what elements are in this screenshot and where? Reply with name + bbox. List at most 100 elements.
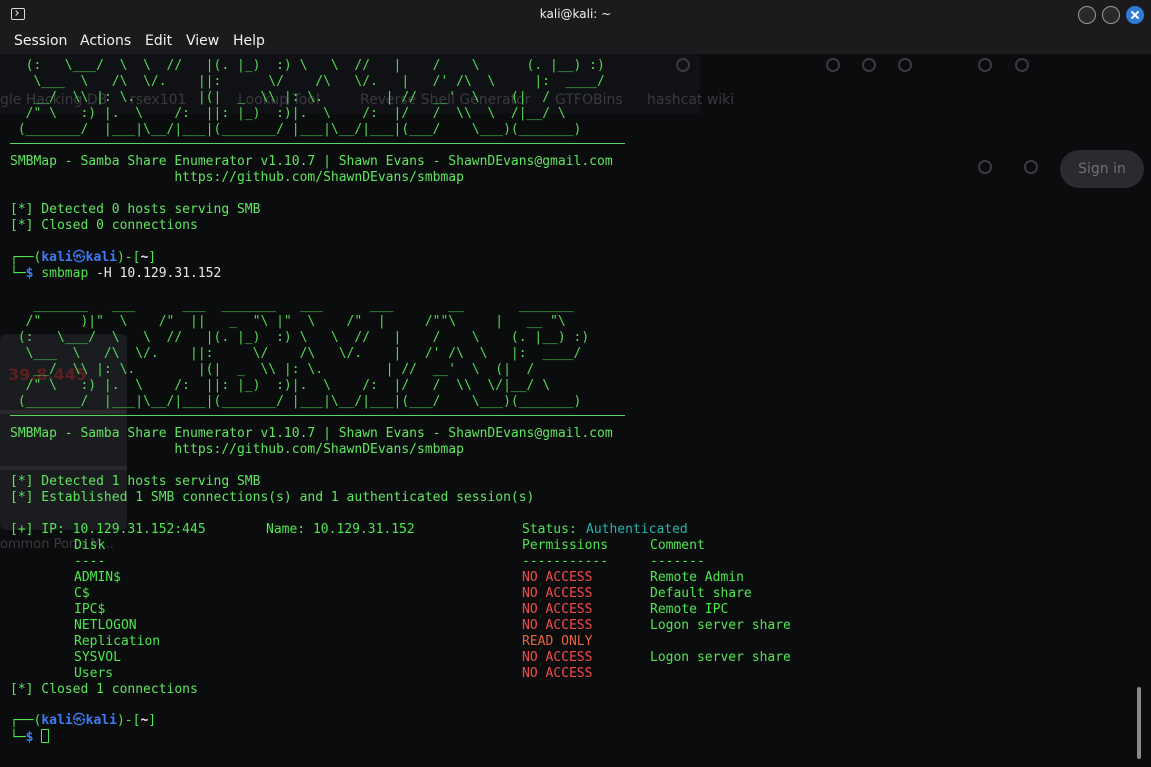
status-label: Status: [522, 522, 577, 537]
smbmap-header-line: SMBMap - Samba Share Enumerator v1.10.7 … [10, 426, 613, 441]
output-line: [*] Closed 1 connections [10, 682, 198, 697]
prompt-close: ] [148, 713, 157, 728]
ghost-sign-in-button: Sign in [1060, 150, 1144, 188]
banner-rule [10, 415, 625, 416]
menu-bar: Session Actions Edit View Help [0, 30, 1151, 54]
share-disk: C$ [74, 586, 90, 601]
disk-header-rule: ---- [74, 554, 106, 569]
banner-art-line: /" \ :) |. \ /: ||: |_) :)|. \ /: |/ / \… [10, 378, 551, 393]
permissions-header: Permissions [522, 538, 609, 553]
prompt-dollar: $ [25, 730, 34, 745]
menu-session[interactable]: Session [14, 33, 67, 49]
share-permission: NO ACCESS [522, 618, 593, 633]
share-permission: NO ACCESS [522, 666, 593, 681]
smbmap-header-line: SMBMap - Samba Share Enumerator v1.10.7 … [10, 154, 613, 169]
share-permission: NO ACCESS [522, 586, 593, 601]
share-disk: Replication [74, 634, 161, 649]
share-disk: SYSVOL [74, 650, 121, 665]
share-permission: NO ACCESS [522, 650, 593, 665]
output-line: [*] Detected 0 hosts serving SMB [10, 202, 261, 217]
banner-art-line: /" \ :) |. \ /: ||: |_) :)|. \ /: |/ / \… [10, 106, 566, 121]
comment-header: Comment [650, 538, 705, 553]
host-name: Name: 10.129.31.152 [266, 522, 415, 537]
banner-rule [10, 143, 625, 144]
share-comment: Logon server share [650, 650, 791, 665]
scrollbar-thumb[interactable] [1137, 687, 1141, 759]
share-comment: Logon server share [650, 618, 791, 633]
banner-art-line: (: \___/ \ \ // |(. |_) :) \ \ // | / \ … [10, 330, 590, 345]
share-comment: Remote IPC [650, 602, 729, 617]
status-value: Authenticated [586, 522, 688, 537]
ghost-card-divider [0, 410, 127, 414]
prompt-corner: └─ [10, 266, 26, 281]
share-disk: IPC$ [74, 602, 106, 617]
banner-art-line: __/ \\ |: \. |(| _ \\ |: \. | // __' \ (… [10, 90, 551, 105]
ghost-puzzle-icon [898, 58, 912, 72]
menu-view[interactable]: View [186, 33, 219, 49]
ghost-apps-icon [1024, 160, 1038, 174]
input-line[interactable]: └─$ [10, 729, 50, 745]
banner-art-line: (_______/ |___|\__/|___|(_______/ |___|\… [10, 122, 582, 137]
prompt-close: ] [148, 250, 157, 265]
prompt-line: ┌──(kali㉿kali)-[~] [10, 713, 156, 729]
share-permission: NO ACCESS [522, 602, 593, 617]
prompt-host: kali [85, 250, 117, 265]
permissions-header-rule: ----------- [522, 554, 609, 569]
menu-actions[interactable]: Actions [80, 33, 131, 49]
share-permission: READ ONLY [522, 634, 593, 649]
prompt-at: ㉿ [72, 713, 86, 728]
prompt-dollar: $ [25, 266, 34, 281]
prompt-host: kali [85, 713, 117, 728]
window-title: kali@kali: ~ [539, 7, 612, 21]
banner-art-line: /" )|" \ /" || _ "\ |" \ /" | /""\ | __ … [10, 314, 566, 329]
ghost-extension-icon [676, 58, 690, 72]
ghost-settings-icon [978, 160, 992, 174]
ghost-bookmark: hashcat wiki [647, 92, 735, 108]
command-name: smbmap [41, 266, 89, 281]
banner-art-line: \___ \ /\ \/. ||: \/ /\ \/. | /' /\ \ |:… [10, 346, 582, 361]
menu-help[interactable]: Help [233, 33, 265, 49]
terminal-window: gle Hacking DB rsex101 Lookup Tool Rever… [0, 0, 1151, 767]
ghost-card-divider [0, 466, 127, 470]
prompt-corner: └─ [10, 730, 26, 745]
smbmap-header-url: https://github.com/ShawnDEvans/smbmap [10, 442, 464, 457]
command-args: -H 10.129.31.152 [96, 266, 222, 281]
prompt-open: ┌──( [10, 713, 42, 728]
share-comment: Default share [650, 586, 752, 601]
title-bar[interactable]: kali@kali: ~ [0, 0, 1151, 30]
ghost-account-icon [862, 58, 876, 72]
prompt-mid: )-[ [116, 250, 141, 265]
ghost-addon-icon [978, 58, 992, 72]
share-comment: Remote Admin [650, 570, 744, 585]
output-line: [*] Established 1 SMB connections(s) and… [10, 490, 535, 505]
prompt-user: kali [41, 713, 73, 728]
banner-art-line: (_______/ |___|\__/|___|(_______/ |___|\… [10, 394, 582, 409]
banner-art-line: (: \___/ \ \ // |(. |_) :) \ \ // | / \ … [10, 58, 605, 73]
menu-edit[interactable]: Edit [145, 33, 172, 49]
maximize-button[interactable] [1102, 6, 1120, 24]
banner-art-line: _______ ___ ___ _______ ___ ___ __ _____… [10, 298, 574, 313]
share-disk: Users [74, 666, 114, 681]
smbmap-header-url: https://github.com/ShawnDEvans/smbmap [10, 170, 464, 185]
command-line: └─$ smbmap -H 10.129.31.152 [10, 266, 221, 282]
minimize-button[interactable] [1078, 6, 1096, 24]
prompt-user: kali [41, 250, 73, 265]
close-button[interactable] [1126, 6, 1144, 24]
share-disk: NETLOGON [74, 618, 137, 633]
output-line: [*] Detected 1 hosts serving SMB [10, 474, 261, 489]
output-line: [*] Closed 0 connections [10, 218, 198, 233]
banner-art-line: \___ \ /\ \/. ||: \/ /\ \/. | /' /\ \ |:… [10, 74, 605, 89]
share-permission: NO ACCESS [522, 570, 593, 585]
share-disk: ADMIN$ [74, 570, 121, 585]
comment-header-rule: ------- [650, 554, 705, 569]
disk-header: Disk [74, 538, 106, 553]
prompt-at: ㉿ [72, 250, 86, 265]
prompt-open: ┌──( [10, 250, 42, 265]
prompt-mid: )-[ [116, 713, 141, 728]
banner-art-line: __/ \\ |: \. |(| _ \\ |: \. | // __' \ (… [10, 362, 535, 377]
ghost-addon-icon [1015, 58, 1029, 72]
prompt-line: ┌──(kali㉿kali)-[~] [10, 250, 156, 266]
ghost-download-icon [826, 58, 840, 72]
ip-line: [+] IP: 10.129.31.152:445 [10, 522, 206, 537]
text-cursor [41, 729, 50, 743]
